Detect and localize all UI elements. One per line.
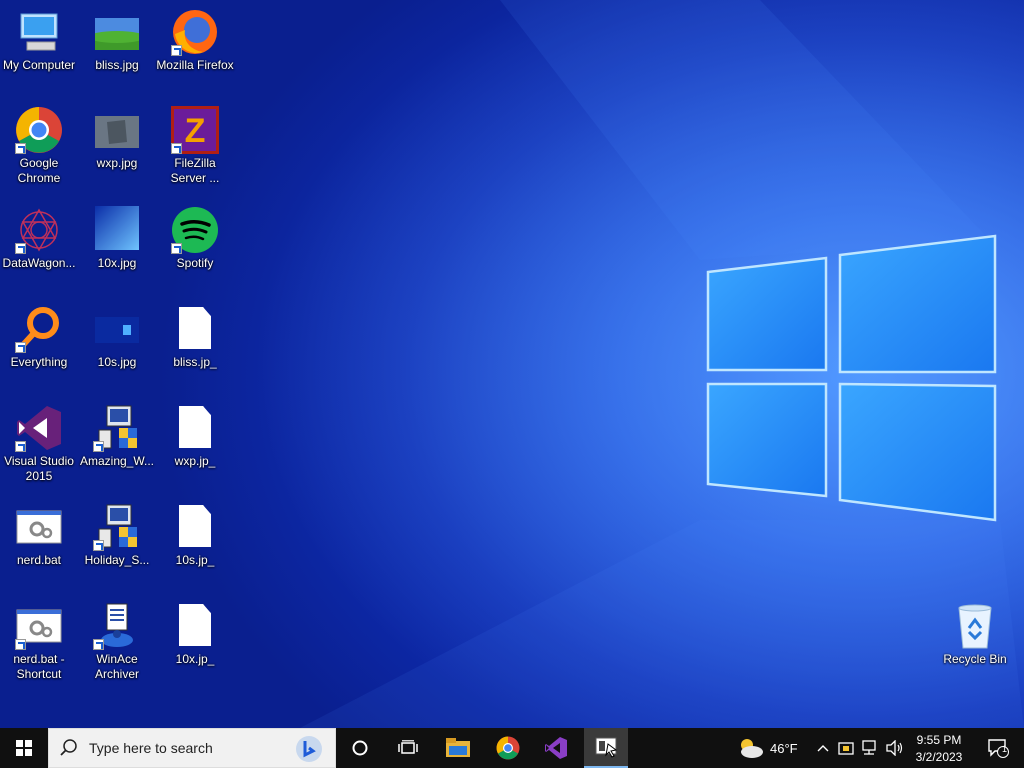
desktop-icon-wxp-jpg[interactable]: wxp.jpg: [78, 106, 156, 171]
tray-security-icon[interactable]: [836, 728, 856, 768]
weather-widget[interactable]: 46°F: [736, 728, 806, 768]
chevron-up-icon: [817, 745, 829, 752]
desktop-icon-my-computer[interactable]: My Computer: [0, 8, 78, 73]
everything-magnifier-icon: [15, 305, 63, 353]
task-view-icon: [398, 740, 418, 754]
shortcut-arrow-icon: [15, 639, 26, 650]
shortcut-arrow-icon: [15, 243, 26, 254]
installer-setup-icon: [93, 404, 141, 452]
spotify-icon: [171, 206, 219, 254]
shortcut-arrow-icon: [93, 441, 104, 452]
network-icon: [862, 740, 876, 755]
installer-setup-icon: [93, 503, 141, 551]
desktop-icon-recycle-bin[interactable]: Recycle Bin: [936, 602, 1014, 667]
desktop-icon-google-chrome[interactable]: Google Chrome: [0, 106, 78, 186]
taskbar: Type here to search 46°F 9:55 PM 3/2/202…: [0, 728, 1024, 768]
desktop-icon-datawagon[interactable]: DataWagon...: [0, 206, 78, 271]
weather-temperature: 46°F: [770, 740, 798, 756]
chrome-icon: [496, 736, 520, 760]
shortcut-arrow-icon: [93, 639, 104, 650]
shortcut-arrow-icon: [93, 540, 104, 551]
action-center-button[interactable]: 1: [978, 728, 1018, 768]
blank-file-icon: [171, 602, 219, 650]
desktop-icon-winace-archiver[interactable]: WinAce Archiver: [78, 602, 156, 682]
desktop-icon-holiday-s[interactable]: Holiday_S...: [78, 503, 156, 568]
image-thumbnail-icon: [93, 8, 141, 56]
batch-file-gear-icon: [15, 602, 63, 650]
desktop-icon-amazing-w[interactable]: Amazing_W...: [78, 404, 156, 469]
desktop-icon-visual-studio[interactable]: Visual Studio 2015: [0, 404, 78, 484]
shortcut-arrow-icon: [171, 45, 182, 56]
taskbar-search-box[interactable]: Type here to search: [48, 728, 336, 768]
shortcut-arrow-icon: [171, 243, 182, 254]
image-thumbnail-icon: [93, 305, 141, 353]
taskbar-visual-studio[interactable]: [536, 728, 576, 768]
image-thumbnail-icon: [93, 106, 141, 154]
show-hidden-icons-button[interactable]: [814, 728, 832, 768]
blank-file-icon: [171, 305, 219, 353]
tray-network-icon[interactable]: [860, 728, 882, 768]
blank-file-icon: [171, 503, 219, 551]
tray-volume-icon[interactable]: [884, 728, 906, 768]
desktop-icon-10s-jpg[interactable]: 10s.jpg: [78, 305, 156, 370]
bing-icon: [296, 736, 322, 762]
desktop-icon-mozilla-firefox[interactable]: Mozilla Firefox: [156, 8, 234, 73]
shortcut-arrow-icon: [15, 143, 26, 154]
start-button[interactable]: [0, 728, 48, 768]
datawagon-icon: [15, 206, 63, 254]
visual-studio-icon: [15, 404, 63, 452]
svg-text:Z: Z: [185, 112, 206, 150]
folder-icon: [446, 738, 470, 757]
taskbar-active-app[interactable]: [584, 728, 628, 768]
speaker-icon: [886, 740, 903, 756]
recycle-bin-icon: [951, 602, 999, 650]
notification-count: 1: [1002, 744, 1008, 754]
winace-archiver-icon: [93, 602, 141, 650]
windows-start-icon: [16, 740, 32, 756]
partly-cloudy-icon: [741, 739, 763, 758]
security-shield-icon: [838, 742, 854, 755]
desktop-icon-spotify[interactable]: Spotify: [156, 206, 234, 271]
image-thumbnail-icon: [93, 206, 141, 254]
filezilla-icon: Z: [171, 106, 219, 154]
desktop-icon-filezilla-server[interactable]: Z FileZilla Server ...: [156, 106, 234, 186]
desktop-icon-nerd-bat[interactable]: nerd.bat: [0, 503, 78, 568]
shortcut-arrow-icon: [15, 342, 26, 353]
computer-icon: [15, 8, 63, 56]
search-icon: [60, 739, 77, 756]
blank-file-icon: [171, 404, 219, 452]
shortcut-arrow-icon: [171, 143, 182, 154]
search-placeholder: Type here to search: [89, 740, 213, 756]
desktop-icon-bliss-jpg[interactable]: bliss.jpg: [78, 8, 156, 73]
visual-studio-icon: [545, 737, 567, 759]
desktop-icon-everything[interactable]: Everything: [0, 305, 78, 370]
task-view-button[interactable]: [388, 728, 428, 768]
shortcut-arrow-icon: [15, 441, 26, 452]
taskbar-chrome[interactable]: [488, 728, 528, 768]
desktop-icon-nerd-bat-shortcut[interactable]: nerd.bat - Shortcut: [0, 602, 78, 682]
desktop-icon-bliss-jp[interactable]: bliss.jp_: [156, 305, 234, 370]
desktop-icon-10x-jp[interactable]: 10x.jp_: [156, 602, 234, 667]
firefox-icon: [171, 8, 219, 56]
taskbar-file-explorer[interactable]: [438, 728, 478, 768]
desktop-icon-10s-jp[interactable]: 10s.jp_: [156, 503, 234, 568]
clock-date: 3/2/2023: [915, 749, 963, 764]
batch-file-gear-icon: [15, 503, 63, 551]
desktop-icon-10x-jpg[interactable]: 10x.jpg: [78, 206, 156, 271]
desktop-icon-wxp-jp[interactable]: wxp.jp_: [156, 404, 234, 469]
installer-app-icon: [595, 737, 618, 758]
clock-time: 9:55 PM: [916, 732, 962, 747]
chrome-icon: [15, 106, 63, 154]
clock[interactable]: 9:55 PM 3/2/2023: [908, 728, 970, 768]
cortana-circle-icon: [352, 740, 368, 756]
cortana-button[interactable]: [340, 728, 380, 768]
